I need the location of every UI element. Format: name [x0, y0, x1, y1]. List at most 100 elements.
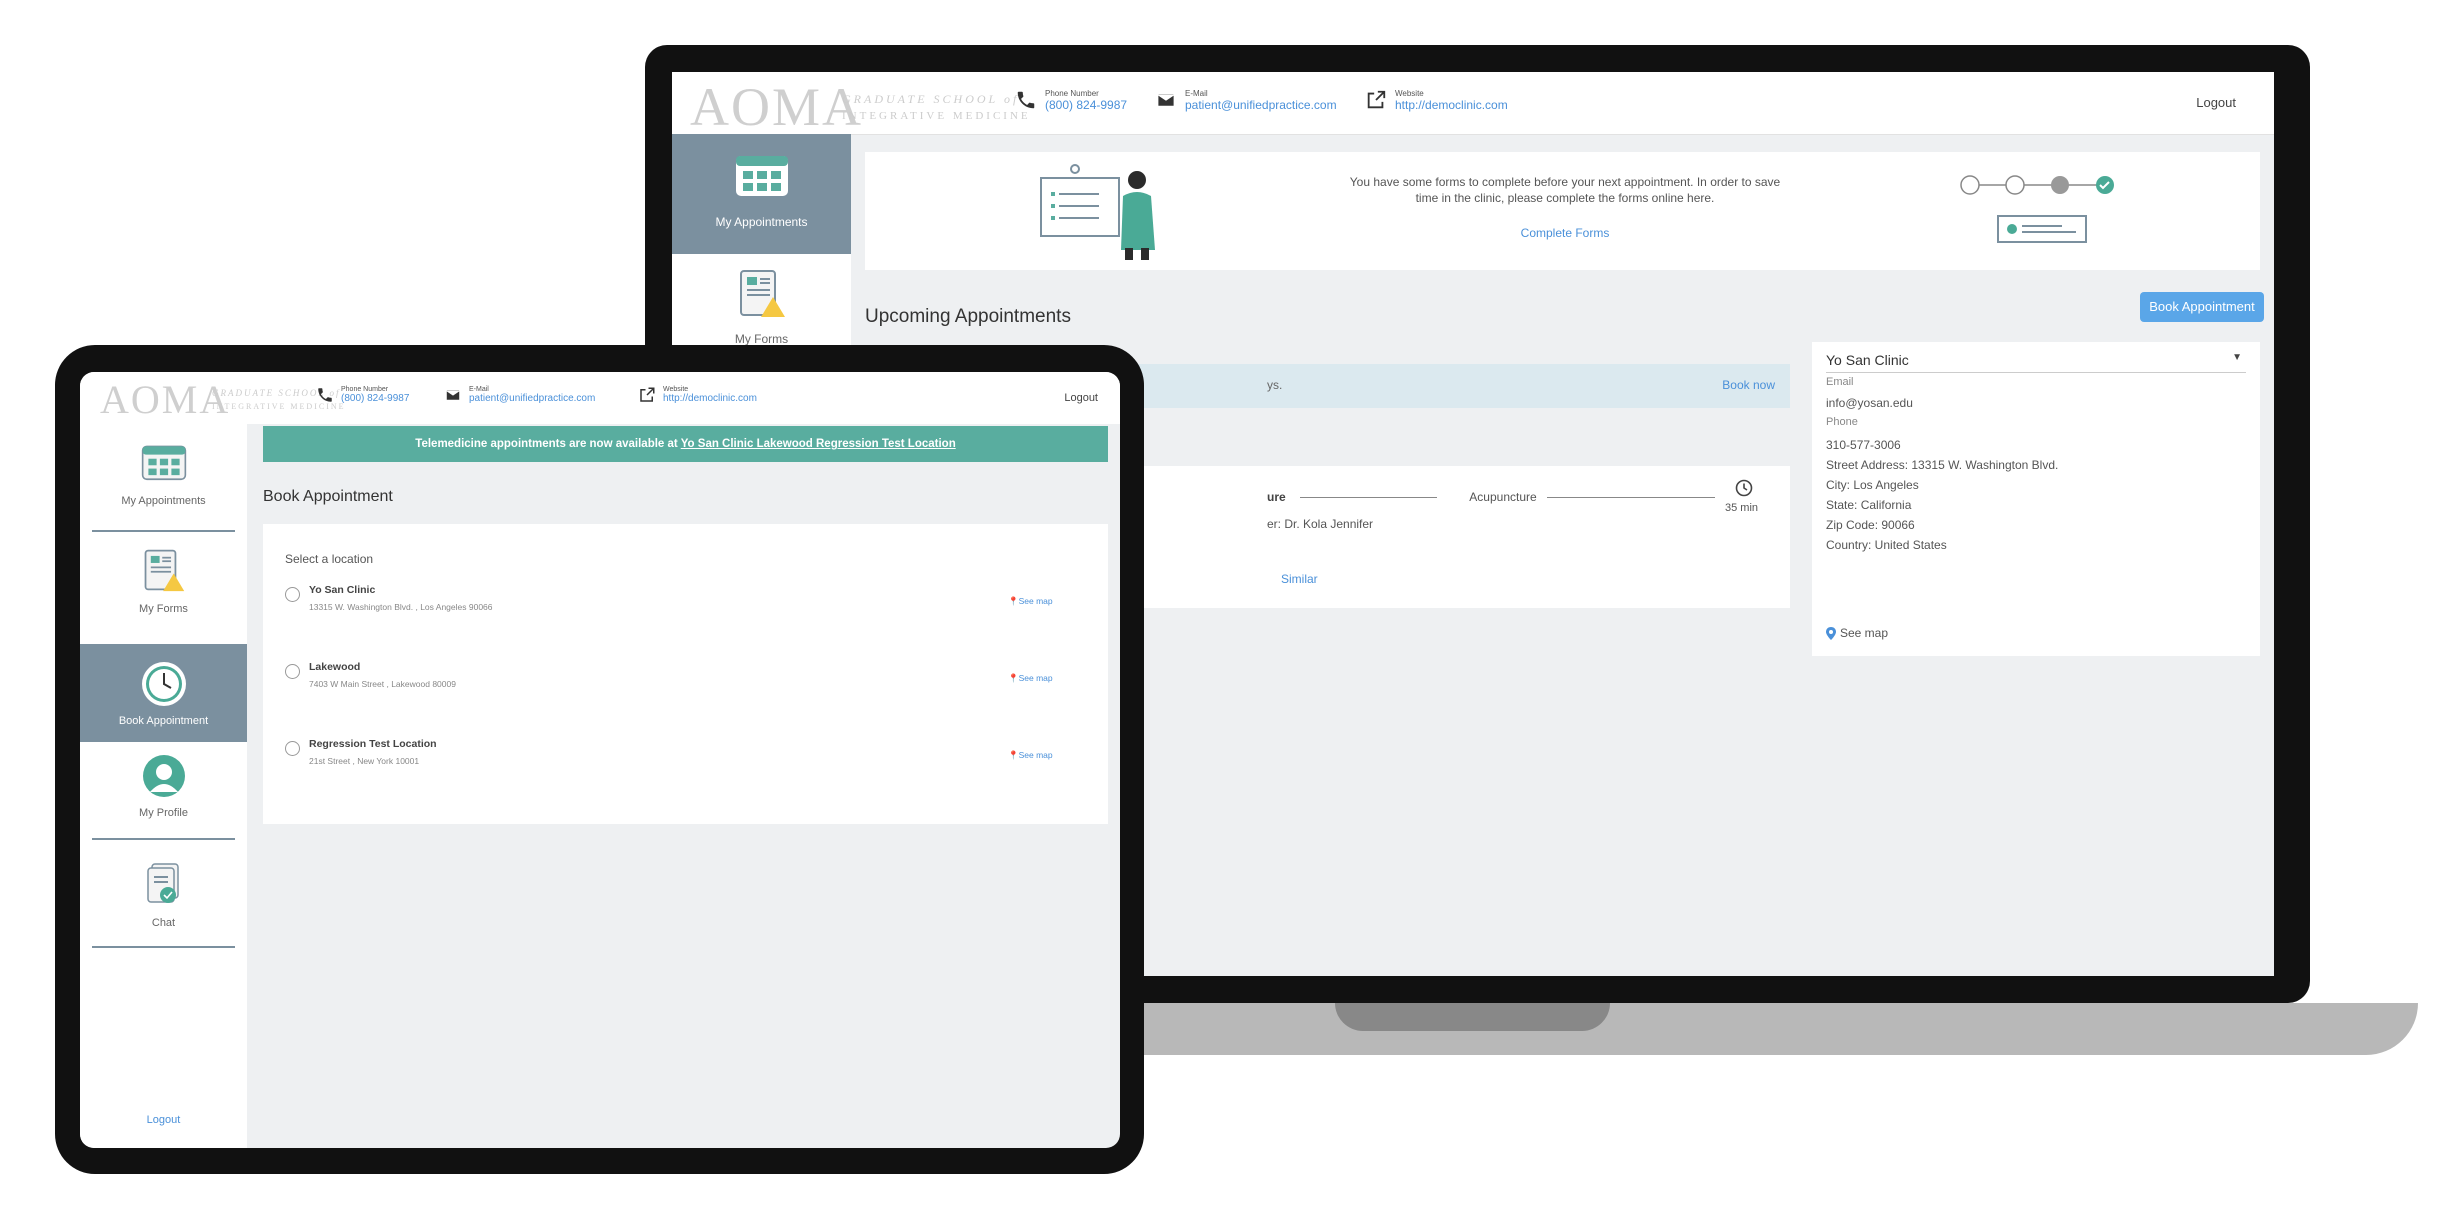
sidebar-item-label: Chat: [151, 917, 176, 929]
phone-icon: [1017, 91, 1035, 109]
see-map-link[interactable]: 📍See map: [1008, 750, 1053, 761]
website-label: Website: [663, 386, 689, 393]
clock-icon: [141, 662, 186, 706]
sidebar-item-label: My Forms: [734, 332, 789, 346]
brand-logo: AOMA GRADUATE SCHOOL of INTEGRATIVE MEDI…: [690, 76, 1028, 138]
sidebar-item-my-profile[interactable]: My Profile: [80, 754, 247, 854]
sidebar-logout-link[interactable]: Logout: [80, 1114, 247, 1126]
appointment-duration: 35 min: [1725, 502, 1759, 514]
see-map-label: See map: [1018, 596, 1053, 606]
profile-avatar-icon: [142, 755, 185, 797]
complete-forms-link[interactable]: Complete Forms: [1345, 226, 1785, 240]
mail-icon: [1157, 92, 1175, 108]
phone-label: Phone Number: [341, 386, 389, 393]
sidebar-item-my-appointments[interactable]: My Appointments: [80, 434, 247, 544]
clinic-phone-label: Phone: [1826, 416, 1858, 428]
forms-banner: You have some forms to complete before y…: [865, 152, 2260, 270]
map-pin-icon: 📍: [1008, 596, 1019, 606]
location-radio[interactable]: [285, 664, 300, 679]
sidebar-item-label: My Appointments: [715, 215, 808, 229]
telemedicine-banner: Telemedicine appointments are now availa…: [263, 426, 1108, 462]
map-pin-icon: [1826, 626, 1836, 640]
sidebar-item-my-forms[interactable]: My Forms: [80, 544, 247, 644]
book-now-link[interactable]: Book now: [1722, 378, 1775, 392]
clinic-see-map[interactable]: See map: [1826, 626, 1888, 640]
upcoming-appointments-title: Upcoming Appointments: [865, 306, 1071, 327]
website-value[interactable]: http://democlinic.com: [663, 393, 757, 404]
clinic-zip: Zip Code: 90066: [1826, 518, 1915, 532]
location-name: Yo San Clinic: [309, 584, 376, 596]
logo-text: AOMA: [690, 77, 864, 137]
chevron-down-icon: ▼: [2232, 352, 2242, 363]
external-link-icon: [1367, 90, 1386, 109]
see-map-label: See map: [1018, 750, 1053, 760]
divider-line: [1547, 497, 1715, 498]
clinic-select[interactable]: Yo San Clinic ▼: [1826, 352, 2246, 373]
phone-value[interactable]: (800) 824-9987: [341, 393, 409, 404]
clinic-select-value: Yo San Clinic: [1826, 352, 1909, 368]
sidebar-item-my-appointments[interactable]: My Appointments: [672, 134, 851, 254]
calendar-icon: [141, 445, 186, 481]
location-radio[interactable]: [285, 587, 300, 602]
clinic-street: Street Address: 13315 W. Washington Blvd…: [1826, 458, 2059, 472]
sidebar-divider: [92, 838, 235, 840]
phone-label: Phone Number: [1045, 89, 1099, 98]
clinic-info-card: Yo San Clinic ▼ Email info@yosan.edu Pho…: [1812, 342, 2260, 656]
location-name: Lakewood: [309, 661, 361, 673]
forms-banner-text: You have some forms to complete before y…: [1349, 175, 1781, 205]
laptop-header: AOMA GRADUATE SCHOOL of INTEGRATIVE MEDI…: [672, 72, 2274, 138]
telemedicine-location-link[interactable]: Yo San Clinic Lakewood Regression Test L…: [681, 438, 956, 450]
location-name: Regression Test Location: [309, 738, 437, 750]
sidebar-item-chat[interactable]: Chat: [80, 862, 247, 972]
calendar-icon: [735, 156, 788, 196]
laptop-notch: [1335, 1003, 1610, 1031]
logo-text: AOMA: [100, 377, 231, 422]
logout-link[interactable]: Logout: [1064, 392, 1098, 404]
location-radio[interactable]: [285, 741, 300, 756]
website-label: Website: [1395, 89, 1424, 98]
external-link-icon: [640, 387, 655, 402]
see-map-link[interactable]: 📍See map: [1008, 673, 1053, 684]
logo-subtitle-1: GRADUATE SCHOOL of: [842, 92, 1020, 106]
clinic-email-label: Email: [1826, 376, 1854, 388]
map-pin-icon: 📍: [1008, 750, 1019, 760]
phone-icon: [318, 388, 332, 402]
notice-text: ys.: [1267, 378, 1283, 392]
header-email[interactable]: E-Mail patient@unifiedpractice.com: [444, 386, 595, 404]
sidebar-item-my-forms[interactable]: My Forms: [672, 267, 851, 346]
laptop-base: [1000, 1003, 2418, 1055]
book-similar-link[interactable]: Similar: [1281, 572, 1318, 586]
clock-icon: [1735, 479, 1753, 497]
sidebar-item-book-appointment[interactable]: Book Appointment: [80, 644, 247, 742]
sidebar-divider: [92, 946, 235, 948]
header-phone[interactable]: Phone Number (800) 824-9987: [1015, 89, 1127, 112]
sidebar-divider: [92, 530, 235, 532]
header-phone[interactable]: Phone Number (800) 824-9987: [316, 386, 409, 404]
form-illustration-icon: [1040, 164, 1155, 260]
see-map-link[interactable]: 📍See map: [1008, 596, 1053, 607]
email-value[interactable]: patient@unifiedpractice.com: [469, 393, 595, 404]
phone-value[interactable]: (800) 824-9987: [1045, 98, 1127, 112]
logo-subtitle-2: INTEGRATIVE MEDICINE: [842, 110, 1031, 122]
select-location-label: Select a location: [285, 552, 374, 566]
clinic-city: City: Los Angeles: [1826, 478, 1919, 492]
clinic-email: info@yosan.edu: [1826, 396, 1913, 410]
header-email[interactable]: E-Mail patient@unifiedpractice.com: [1155, 89, 1337, 112]
appointment-partial-title: ure: [1267, 490, 1286, 504]
page-title: Book Appointment: [263, 488, 393, 505]
location-address: 21st Street , New York 10001: [309, 756, 420, 766]
clinic-state: State: California: [1826, 498, 1912, 512]
location-card: Select a location Yo San Clinic 13315 W.…: [263, 524, 1108, 824]
email-value[interactable]: patient@unifiedpractice.com: [1185, 98, 1337, 112]
location-address: 13315 W. Washington Blvd. , Los Angeles …: [309, 602, 493, 612]
mail-icon: [445, 389, 461, 401]
header-website[interactable]: Website http://democlinic.com: [1365, 89, 1508, 112]
logout-link[interactable]: Logout: [2196, 95, 2236, 110]
tablet-sidebar: My Appointments My Forms Book Appointmen…: [80, 424, 247, 1148]
clinic-country: Country: United States: [1826, 538, 1947, 552]
header-website[interactable]: Website http://democlinic.com: [638, 386, 757, 404]
website-value[interactable]: http://democlinic.com: [1395, 98, 1508, 112]
forms-warning-icon: [739, 270, 785, 317]
book-appointment-button[interactable]: Book Appointment: [2140, 292, 2264, 322]
forms-warning-icon: [144, 549, 184, 592]
